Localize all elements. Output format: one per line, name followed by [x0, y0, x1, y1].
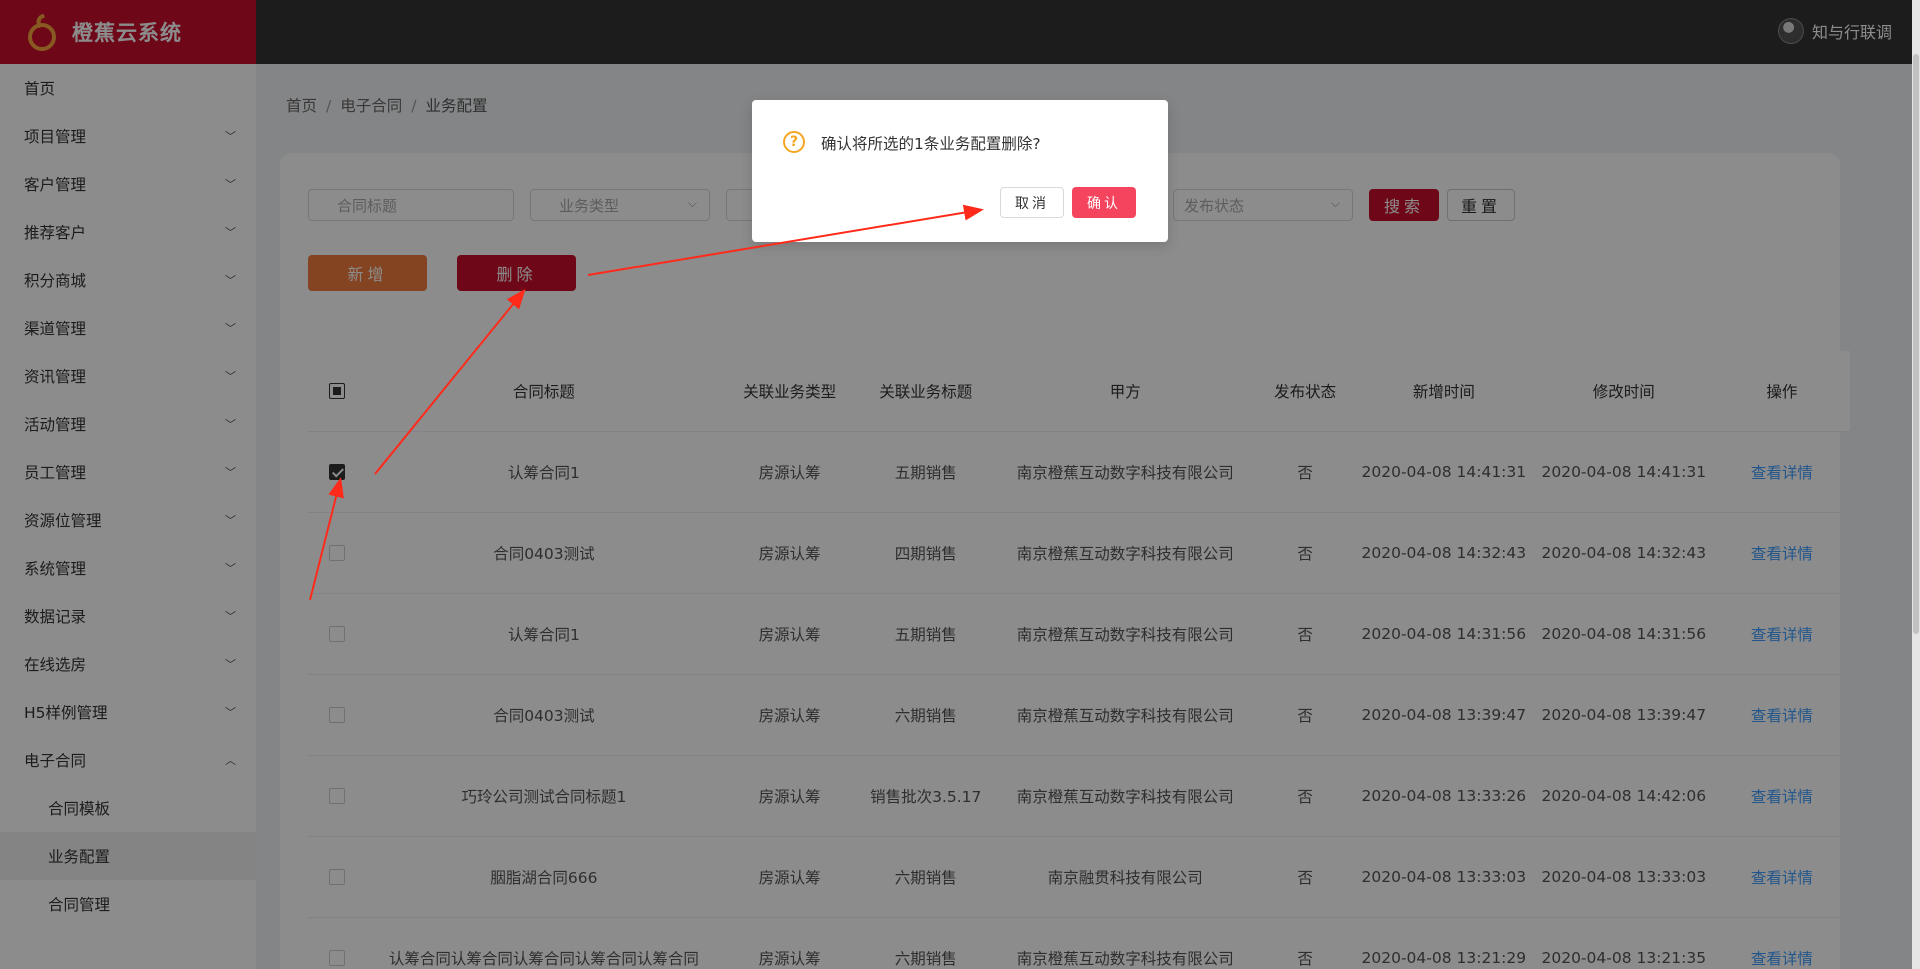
cancel-button[interactable]: 取消: [1000, 187, 1064, 218]
confirm-button[interactable]: 确认: [1072, 187, 1136, 218]
confirm-dialog: ? 确认将所选的1条业务配置删除? 取消 确认: [752, 100, 1168, 242]
page-scrollbar[interactable]: [1912, 0, 1920, 969]
dialog-message: 确认将所选的1条业务配置删除?: [821, 135, 1041, 153]
scrollbar-thumb[interactable]: [1913, 54, 1919, 634]
question-icon: ?: [783, 131, 805, 153]
